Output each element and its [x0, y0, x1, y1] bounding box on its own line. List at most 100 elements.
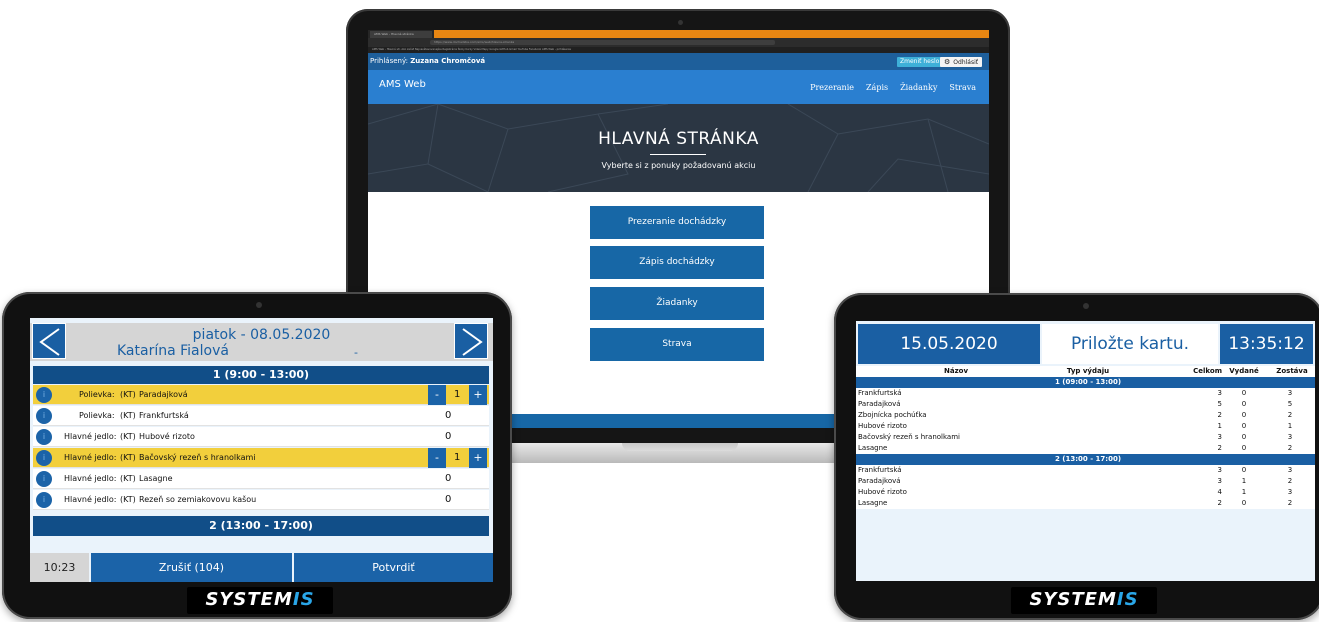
footer-bar: 10:23 Zrušiť (104) Potvrdiť	[30, 553, 493, 582]
row-remaining: 2	[1287, 477, 1293, 485]
increase-button[interactable]: +	[469, 448, 487, 468]
meals-button[interactable]: Strava	[590, 328, 764, 361]
row-remaining: 3	[1287, 389, 1293, 397]
row-total: 4	[1217, 488, 1222, 496]
meal-row[interactable]: i Hlavné jedlo: (KT) Lasagne 0	[33, 469, 489, 489]
meal-row: i Polievka: (KT) Paradajková - 1 +	[33, 385, 489, 405]
card-prompt: Priložte kartu.	[1042, 324, 1218, 364]
change-password-button[interactable]: Zmeniť heslo	[897, 57, 943, 67]
logged-in-user: Zuzana Chromčová	[410, 57, 486, 65]
row-name: Frankfurtská	[858, 389, 902, 397]
row-remaining: 3	[1287, 433, 1293, 441]
meal-quantity: 0	[445, 473, 452, 484]
meal-name: Bačovský rezeň s hranolkami	[139, 453, 256, 462]
meal-name: Lasagne	[139, 474, 173, 483]
confirm-button[interactable]: Potvrdiť	[294, 553, 493, 582]
info-icon[interactable]: i	[36, 492, 52, 508]
row-remaining: 1	[1287, 422, 1293, 430]
nav-item-prezeranie[interactable]: Prezeranie	[810, 83, 854, 92]
meal-type: Polievka:	[79, 390, 115, 399]
increase-button[interactable]: +	[469, 385, 487, 405]
row-name: Hubové rizoto	[858, 422, 907, 430]
row-name: Bačovský rezeň s hranolkami	[858, 433, 960, 441]
row-issued: 0	[1241, 422, 1247, 430]
table-row: Hubové rizoto 1 0 1	[856, 421, 1315, 432]
user-bar: Prihlásený: Zuzana Chromčová Zmeniť hesl…	[368, 53, 989, 70]
right-tablet-camera-icon	[1083, 303, 1089, 309]
table-row: Paradajková 5 0 5	[856, 399, 1315, 410]
webcam-icon	[678, 20, 683, 25]
col-issued: Vydané	[1229, 367, 1259, 375]
meal-code: (KT)	[120, 495, 136, 504]
meal-row[interactable]: i Polievka: (KT) Frankfurtská 0	[33, 406, 489, 426]
row-issued: 0	[1241, 389, 1247, 397]
table-row: Lasagne 2 0 2	[856, 443, 1315, 454]
chevron-right-icon	[462, 328, 483, 356]
cancel-button[interactable]: Zrušiť (104)	[91, 553, 292, 582]
attendance-entry-button[interactable]: Zápis dochádzky	[590, 246, 764, 279]
row-total: 3	[1217, 466, 1222, 474]
shift-header: 2 (13:00 - 17:00)	[33, 516, 489, 536]
left-tablet-screen: piatok - 08.05.2020 Katarína Fialová - 1…	[30, 318, 493, 582]
attendance-view-button[interactable]: Prezeranie dochádzky	[590, 206, 764, 239]
day-header: piatok - 08.05.2020 Katarína Fialová -	[30, 323, 493, 361]
current-date: 15.05.2020	[858, 324, 1040, 364]
row-issued: 0	[1241, 411, 1247, 419]
row-name: Paradajková	[858, 477, 901, 485]
row-remaining: 5	[1287, 400, 1293, 408]
meal-row[interactable]: i Hlavné jedlo: (KT) Hubové rizoto 0	[33, 427, 489, 447]
left-tablet-camera-icon	[256, 302, 262, 308]
requests-button[interactable]: Žiadanky	[590, 287, 764, 320]
row-issued: 0	[1241, 433, 1247, 441]
info-icon[interactable]: i	[36, 471, 52, 487]
shift-label: 1 (09:00 - 13:00)	[1054, 378, 1122, 386]
meal-row[interactable]: i Hlavné jedlo: (KT) Rezeň so zemiakovov…	[33, 490, 489, 510]
gear-icon: ⚙	[944, 58, 951, 66]
nav-item-ziadanky[interactable]: Žiadanky	[900, 83, 937, 92]
decrease-button[interactable]: -	[428, 448, 446, 468]
right-tablet-screen: 15.05.2020 Priložte kartu. 13:35:12 Názo…	[856, 321, 1315, 581]
row-total: 2	[1217, 411, 1222, 419]
row-remaining: 2	[1287, 411, 1293, 419]
info-icon[interactable]: i	[36, 408, 52, 424]
info-icon[interactable]: i	[36, 450, 52, 466]
page-subtitle: Vyberte si z ponuky požadovanú akciu	[601, 161, 756, 170]
day-date: piatok - 08.05.2020	[192, 327, 331, 343]
current-time: 10:23	[30, 553, 89, 582]
row-remaining: 2	[1287, 444, 1293, 452]
row-total: 3	[1217, 389, 1222, 397]
table-row: Hubové rizoto 4 1 3	[856, 487, 1315, 498]
logo-text-b: IS	[1116, 589, 1139, 610]
meal-type: Hlavné jedlo:	[64, 474, 117, 483]
logout-button[interactable]: ⚙ Odhlásiť	[940, 57, 983, 67]
meal-quantity: 0	[445, 431, 452, 442]
shift-header: 1 (9:00 - 13:00)	[33, 366, 489, 384]
info-icon[interactable]: i	[36, 429, 52, 445]
next-day-button[interactable]	[454, 323, 488, 359]
browser-tab-strip-fill	[434, 30, 989, 38]
row-total: 2	[1217, 444, 1222, 452]
col-remaining: Zostáva	[1276, 367, 1308, 375]
row-total: 5	[1217, 400, 1222, 408]
meal-name: Frankfurtská	[139, 411, 189, 420]
row-name: Hubové rizoto	[858, 488, 907, 496]
meal-code: (KT)	[120, 453, 136, 462]
table-row: Zbojnícka pochúťka 2 0 2	[856, 410, 1315, 421]
info-icon[interactable]: i	[36, 387, 52, 403]
meal-type: Hlavné jedlo:	[64, 495, 117, 504]
address-bar[interactable]: https://www.dochadzka.com/ams/web/hlavna…	[430, 40, 775, 45]
nav-item-zapis[interactable]: Zápis	[866, 83, 888, 92]
decrease-button[interactable]: -	[428, 385, 446, 405]
nav-item-strava[interactable]: Strava	[949, 83, 976, 92]
meal-name: Hubové rizoto	[139, 432, 195, 441]
shift-header: 2 (13:00 - 17:00)	[856, 454, 1315, 465]
row-remaining: 2	[1287, 499, 1293, 507]
row-name: Paradajková	[858, 400, 901, 408]
row-name: Lasagne	[858, 499, 888, 507]
brand-link[interactable]: AMS Web	[379, 79, 426, 90]
title-divider	[650, 154, 706, 155]
shift-label: 2 (13:00 - 17:00)	[1054, 455, 1122, 463]
logged-in-prefix: Prihlásený:	[370, 57, 408, 65]
browser-tab[interactable]: AMS Web - Hlavná stránka	[370, 31, 432, 38]
col-total: Celkom	[1193, 367, 1222, 375]
